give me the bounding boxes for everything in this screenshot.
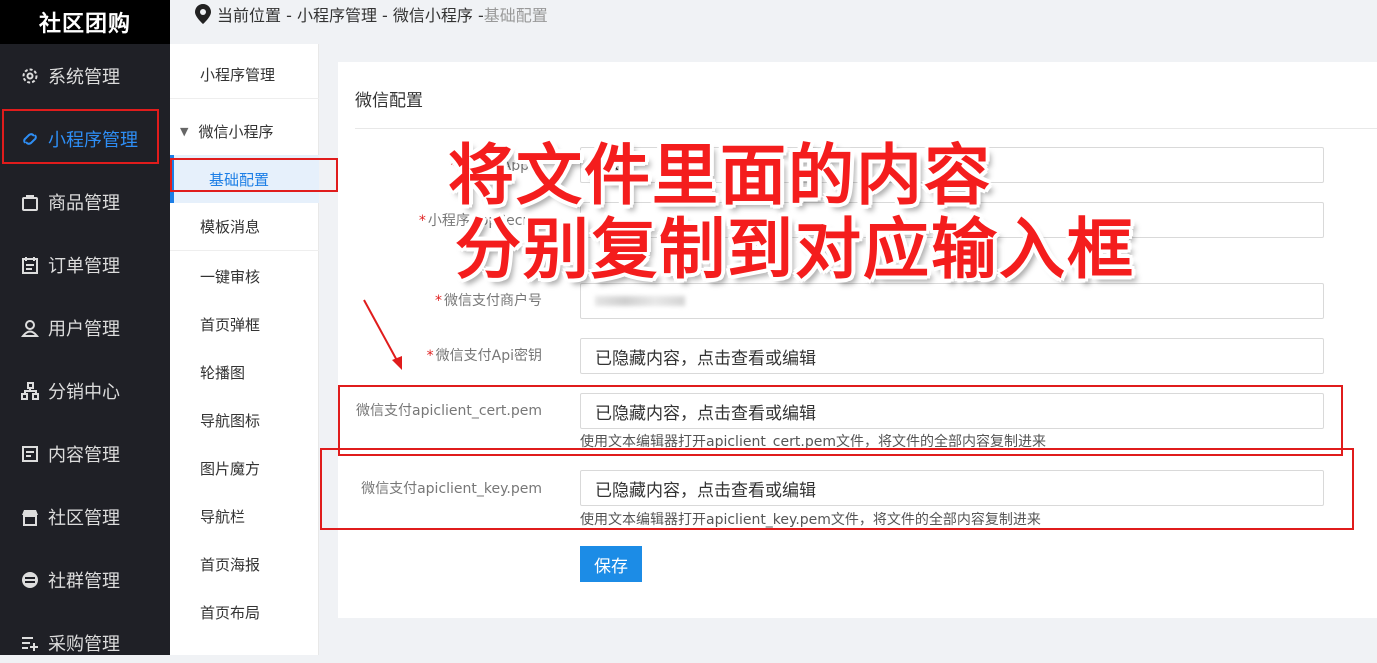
breadcrumb-current: 基础配置 [483,6,548,25]
nav-label: 系统管理 [48,67,120,88]
save-button[interactable]: 保存 [580,546,642,582]
nav-item-orders[interactable]: 订单管理 [0,245,170,285]
apikey-input[interactable]: 已隐藏内容，点击查看或编辑 [580,338,1324,374]
arrow-icon [363,299,402,370]
card-title: 微信配置 [355,91,423,111]
subnav-group-wechat[interactable]: ▼ 微信小程序 [170,107,319,155]
minus-circle-icon [20,570,40,590]
caret-down-icon: ▼ [180,124,189,138]
blurred-value [595,296,685,306]
highlight-box [338,385,1343,456]
subnav-item-poster[interactable]: 首页海报 [170,540,319,588]
nav-item-users[interactable]: 用户管理 [0,308,170,348]
nav-label: 内容管理 [48,445,120,466]
org-icon [20,381,40,401]
nav-label: 社区管理 [48,508,120,529]
highlight-box [2,109,159,164]
highlight-box [170,158,338,192]
subnav-group-label: 微信小程序 [198,122,274,141]
nav-label: 分销中心 [48,382,120,403]
nav-item-group[interactable]: 社群管理 [0,560,170,600]
highlight-box [320,448,1354,530]
nav-label: 商品管理 [48,193,120,214]
subnav-item-audit[interactable]: 一键审核 [170,252,319,300]
nav-item-goods[interactable]: 商品管理 [0,182,170,222]
nav-label: 社群管理 [48,571,120,592]
store-icon [20,507,40,527]
apikey-label: * 微信支付Api密钥 [426,348,542,364]
breadcrumb-path: 当前位置 - 小程序管理 - 微信小程序 - [217,6,484,25]
subnav-item-cube[interactable]: 图片魔方 [170,444,319,492]
mchid-label: * 微信支付商户号 [435,293,542,309]
nav-item-content[interactable]: 内容管理 [0,434,170,474]
nav-label: 用户管理 [48,319,120,340]
user-icon [20,318,40,338]
annotation-line-2: 分别复制到对应输入框 [455,211,1135,288]
subnav-item-popup[interactable]: 首页弹框 [170,300,319,348]
sidebar: 社区团购 系统管理 小程序管理 商品管理 订单管理 用户管理 分销中心 内容管理… [0,0,170,655]
calendar-icon [20,255,40,275]
subnav: 小程序管理 ▼ 微信小程序 基础配置 模板消息 一键审核 首页弹框 轮播图 导航… [170,44,319,655]
subnav-item-template[interactable]: 模板消息 [170,203,319,251]
doc-icon [20,444,40,464]
subnav-item-nav-icon[interactable]: 导航图标 [170,396,319,444]
nav-label: 采购管理 [48,634,120,655]
subnav-miniapp[interactable]: 小程序管理 [170,51,319,99]
nav-label: 订单管理 [48,256,120,277]
app-logo: 社区团购 [0,0,170,44]
required-mark: * [426,348,434,364]
required-mark: * [435,293,442,309]
nav-item-purchase[interactable]: 采购管理 [0,623,170,663]
location-pin-icon [195,4,211,24]
breadcrumb: 当前位置 - 小程序管理 - 微信小程序 - 基础配置 [195,0,548,28]
nav-item-community[interactable]: 社区管理 [0,497,170,537]
gear-icon [20,66,40,86]
required-mark: * [418,213,426,229]
list-add-icon [20,633,40,653]
bag-icon [20,192,40,212]
subnav-item-carousel[interactable]: 轮播图 [170,348,319,396]
nav-item-system[interactable]: 系统管理 [0,56,170,96]
nav-item-distribution[interactable]: 分销中心 [0,371,170,411]
subnav-item-layout[interactable]: 首页布局 [170,588,319,636]
subnav-item-navbar[interactable]: 导航栏 [170,492,319,540]
